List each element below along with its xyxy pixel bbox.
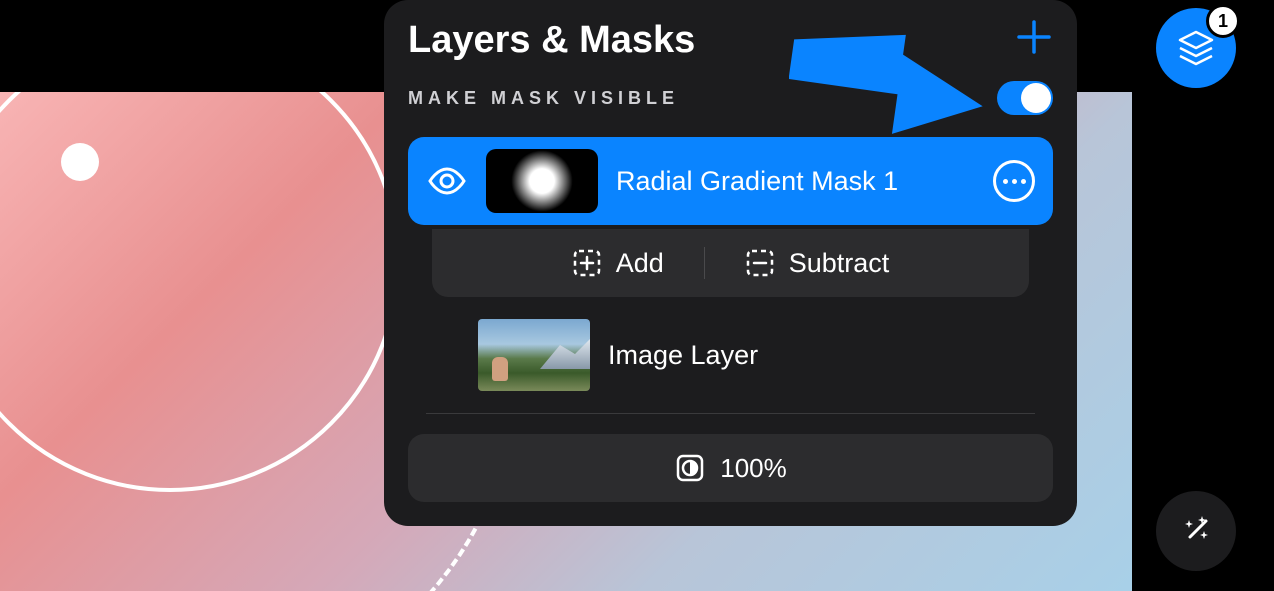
layers-floating-button[interactable]: 1 bbox=[1156, 8, 1236, 88]
mask-subtract-button[interactable]: Subtract bbox=[705, 248, 930, 279]
opacity-icon bbox=[674, 452, 706, 484]
visibility-eye-icon[interactable] bbox=[426, 160, 468, 202]
mask-subtract-label: Subtract bbox=[789, 248, 890, 279]
selection-subtract-icon bbox=[745, 248, 775, 278]
mask-operations-row: Add Subtract bbox=[432, 229, 1029, 297]
mask-visibility-toggle[interactable] bbox=[997, 81, 1053, 115]
opacity-button[interactable]: 100% bbox=[408, 434, 1053, 502]
plus-icon bbox=[1015, 18, 1053, 56]
selection-add-icon bbox=[572, 248, 602, 278]
panel-title: Layers & Masks bbox=[408, 19, 695, 62]
center-handle[interactable] bbox=[61, 143, 99, 181]
magic-wand-icon bbox=[1176, 511, 1216, 551]
mask-add-button[interactable]: Add bbox=[532, 248, 704, 279]
image-layer-thumbnail bbox=[478, 319, 590, 391]
layers-count-badge: 1 bbox=[1206, 4, 1240, 38]
toggle-knob bbox=[1021, 83, 1051, 113]
mask-visibility-row: MAKE MASK VISIBLE bbox=[408, 81, 1053, 115]
panel-divider bbox=[426, 413, 1035, 414]
effects-floating-button[interactable] bbox=[1156, 491, 1236, 571]
mask-layer-more-button[interactable] bbox=[993, 160, 1035, 202]
mask-add-label: Add bbox=[616, 248, 664, 279]
add-layer-button[interactable] bbox=[1015, 18, 1053, 63]
opacity-value: 100% bbox=[720, 453, 787, 484]
panel-header: Layers & Masks bbox=[408, 18, 1053, 63]
mask-visibility-label: MAKE MASK VISIBLE bbox=[408, 88, 679, 109]
layers-masks-panel: Layers & Masks MAKE MASK VISIBLE Radial … bbox=[384, 0, 1077, 526]
mask-layer-row-selected[interactable]: Radial Gradient Mask 1 bbox=[408, 137, 1053, 225]
mask-layer-name: Radial Gradient Mask 1 bbox=[616, 166, 975, 197]
image-layer-row[interactable]: Image Layer bbox=[408, 297, 1053, 413]
mask-thumbnail-gradient bbox=[511, 150, 573, 212]
mask-thumbnail bbox=[486, 149, 598, 213]
image-layer-name: Image Layer bbox=[608, 340, 1035, 371]
